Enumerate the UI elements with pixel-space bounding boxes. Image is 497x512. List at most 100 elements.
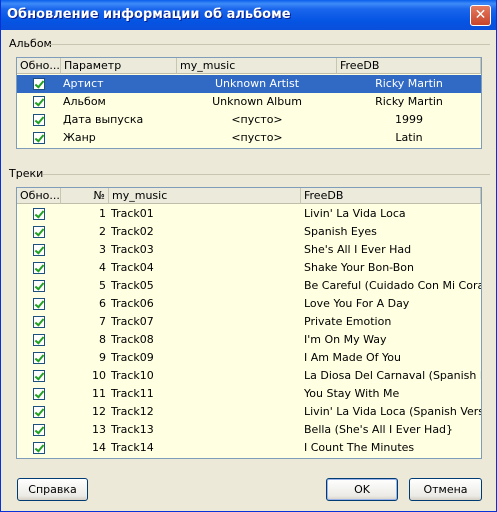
track-row-number: 14 [92,441,106,454]
track-row-checkbox[interactable] [33,262,45,274]
tracks-col-number[interactable]: № [61,188,109,204]
track-row-freedb: She's All I Ever Had [304,243,412,256]
track-row-number: 11 [92,387,106,400]
track-row-my-music: Track05 [111,279,154,292]
track-row-my-music: Track07 [111,315,154,328]
track-row[interactable]: 6 Track06 Love You For A Day [17,295,481,313]
track-row-number: 13 [92,423,106,436]
tracks-table[interactable]: Обно... № my_music FreeDB 1 Track01 Livin'… [16,187,482,459]
track-row-freedb: Livin' La Vida Loca (Spanish Version) [304,405,481,418]
track-row[interactable]: 4 Track04 Shake Your Bon-Bon [17,259,481,277]
track-row-checkbox[interactable] [33,334,45,346]
track-row-checkbox[interactable] [33,442,45,454]
track-row[interactable]: 10 Track10 La Diosa Del Carnaval (Spanish … [17,367,481,385]
track-row[interactable]: 14 Track14 I Count The Minutes [17,439,481,457]
help-button[interactable]: Справка [17,478,88,501]
album-row-freedb: Ricky Martin [375,77,443,90]
track-row-checkbox[interactable] [33,316,45,328]
track-row-number: 7 [99,315,106,328]
track-row[interactable]: 5 Track05 Be Careful (Cuidado Con Mi Coraz… [17,277,481,295]
track-row-freedb: Bella (She's All I Ever Had} [304,423,454,436]
album-row-my-music: <пусто> [231,113,283,126]
track-row[interactable]: 11 Track11 You Stay With Me [17,385,481,403]
track-row-number: 3 [99,243,106,256]
tracks-group-label: Треки [9,167,44,180]
window-title: Обновление информации об альбоме [7,7,291,22]
track-row-checkbox[interactable] [33,226,45,238]
track-row-checkbox[interactable] [33,208,45,220]
track-row-freedb: Spanish Eyes [304,225,377,238]
track-row-my-music: Track14 [111,441,154,454]
track-row-my-music: Track02 [111,225,154,238]
album-col-my-music[interactable]: my_music [177,58,337,74]
track-row-number: 8 [99,333,106,346]
album-row-checkbox[interactable] [33,78,45,90]
track-row-my-music: Track01 [111,207,154,220]
track-row-freedb: I'm On My Way [304,333,387,346]
cancel-button[interactable]: Отмена [409,478,482,501]
album-row-freedb: Latin [395,131,423,144]
track-row[interactable]: 13 Track13 Bella (She's All I Ever Had} [17,421,481,439]
track-row-my-music: Track12 [111,405,154,418]
title-bar[interactable]: Обновление информации об альбоме ✕ [1,0,496,30]
album-row-my-music: <пусто> [231,131,283,144]
track-row[interactable]: 1 Track01 Livin' La Vida Loca [17,205,481,223]
album-table[interactable]: Обно... Параметр my_music FreeDB Артист U… [16,57,482,149]
tracks-col-my-music[interactable]: my_music [109,188,301,204]
ok-button[interactable]: OK [326,478,398,501]
track-row[interactable]: 7 Track07 Private Emotion [17,313,481,331]
track-row-freedb: I Count The Minutes [304,441,415,454]
track-row-my-music: Track10 [111,369,154,382]
tracks-col-freedb[interactable]: FreeDB [301,188,481,204]
track-row[interactable]: 9 Track09 I Am Made Of You [17,349,481,367]
track-row[interactable]: 3 Track03 She's All I Ever Had [17,241,481,259]
album-row-my-music: Unknown Artist [214,77,300,90]
track-row[interactable]: 12 Track12 Livin' La Vida Loca (Spanish Ve… [17,403,481,421]
track-row-number: 6 [99,297,106,310]
album-col-freedb[interactable]: FreeDB [337,58,481,74]
album-row-param: Жанр [63,131,96,144]
track-row-checkbox[interactable] [33,406,45,418]
track-row-my-music: Track06 [111,297,154,310]
track-row-my-music: Track03 [111,243,154,256]
album-row[interactable]: Дата выпуска <пусто> 1999 [17,111,481,129]
dialog-window: Обновление информации об альбоме ✕ Альбо… [0,0,497,512]
album-group-divider [49,44,490,45]
album-row[interactable]: Жанр <пусто> Latin [17,129,481,147]
album-row-checkbox[interactable] [33,96,45,108]
album-row[interactable]: Альбом Unknown Album Ricky Martin [17,93,481,111]
track-row-my-music: Track08 [111,333,154,346]
track-row-checkbox[interactable] [33,244,45,256]
track-row-number: 10 [92,369,106,382]
track-row-checkbox[interactable] [33,298,45,310]
tracks-col-update[interactable]: Обно... [17,188,61,204]
track-row[interactable]: 8 Track08 I'm On My Way [17,331,481,349]
track-row-freedb: I Am Made Of You [304,351,401,364]
track-row-checkbox[interactable] [33,388,45,400]
album-row-freedb: 1999 [395,113,423,126]
album-row-my-music: Unknown Album [212,95,302,108]
track-row-number: 12 [92,405,106,418]
track-row[interactable]: 2 Track02 Spanish Eyes [17,223,481,241]
tracks-group-divider [43,174,490,175]
album-row-param: Артист [63,77,104,90]
track-row-number: 4 [99,261,106,274]
track-row-number: 2 [99,225,106,238]
album-row-checkbox[interactable] [33,114,45,126]
track-row-checkbox[interactable] [33,424,45,436]
track-row-number: 5 [99,279,106,292]
track-row-freedb: Love You For A Day [304,297,410,310]
close-icon[interactable]: ✕ [470,5,491,26]
album-row-checkbox[interactable] [33,132,45,144]
album-group-label: Альбом [9,37,52,50]
album-col-param[interactable]: Параметр [61,58,177,74]
track-row-freedb: Private Emotion [304,315,392,328]
track-row-checkbox[interactable] [33,280,45,292]
album-row[interactable]: Артист Unknown Artist Ricky Martin [17,75,481,93]
track-row-freedb: Shake Your Bon-Bon [304,261,414,274]
album-row-param: Дата выпуска [63,113,144,126]
album-col-update[interactable]: Обно... [17,58,61,74]
track-row-checkbox[interactable] [33,370,45,382]
track-row-my-music: Track09 [111,351,154,364]
track-row-checkbox[interactable] [33,352,45,364]
